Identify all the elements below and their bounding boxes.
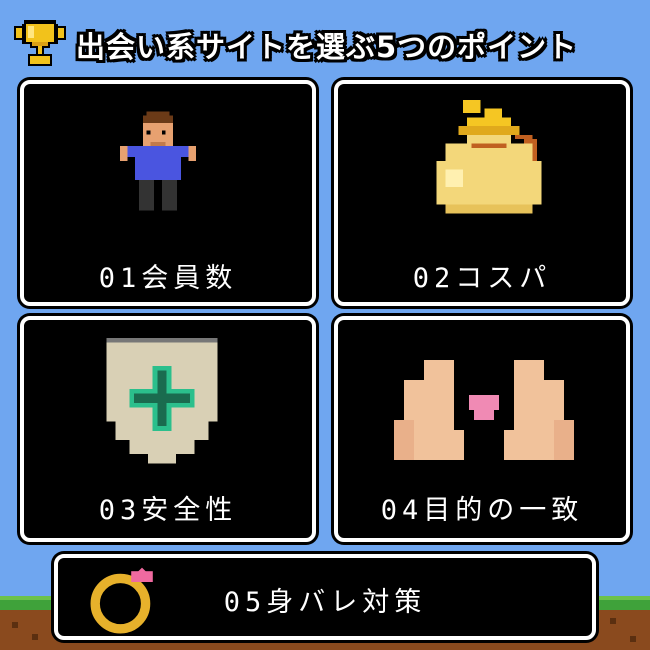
card-member-count[interactable]: 01会員数: [20, 80, 316, 306]
card-label: 01会員数: [98, 263, 238, 294]
card-label: 03安全性: [98, 495, 238, 526]
header: 出会い系サイトを選ぶ5つのポイント: [0, 0, 650, 78]
page-title: 出会い系サイトを選ぶ5つのポイント: [76, 30, 578, 64]
card-purpose-match[interactable]: 04目的の一致: [334, 316, 630, 542]
card-safety[interactable]: 03安全性: [20, 316, 316, 542]
card-label: 05身バレ対策: [223, 587, 427, 618]
money-bag-icon: [436, 100, 542, 214]
shield-icon: [106, 338, 218, 464]
person-icon: [120, 111, 196, 211]
card-identity-protection[interactable]: 05身バレ対策: [54, 554, 596, 640]
card-cost-performance[interactable]: 02コスパ: [334, 80, 630, 306]
heart-hands-icon: [394, 360, 574, 460]
card-label: 02コスパ: [412, 263, 552, 294]
card-label: 04目的の一致: [380, 495, 584, 526]
trophy-icon: [14, 20, 66, 66]
